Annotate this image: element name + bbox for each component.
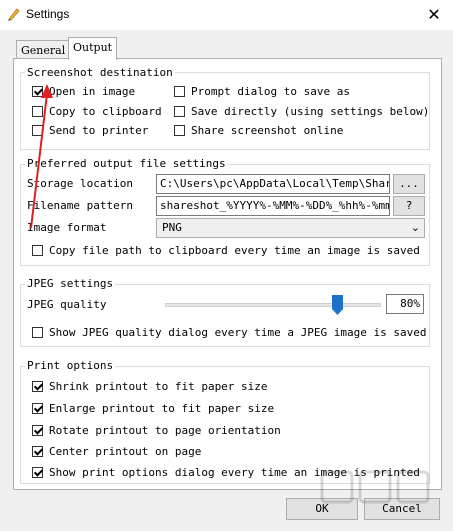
filename-pattern-input[interactable]: shareshot_%YYYY%-%MM%-%DD%_%hh%-%mm%-%	[156, 196, 390, 216]
enlarge-printout-checkbox[interactable]: Enlarge printout to fit paper size	[32, 402, 274, 415]
jpeg-quality-slider-track[interactable]	[165, 303, 381, 307]
center-printout-checkbox[interactable]: Center printout on page	[32, 445, 201, 458]
copy-file-path-checkbox[interactable]: Copy file path to clipboard every time a…	[32, 244, 420, 257]
image-format-select[interactable]: PNG ⌄	[156, 218, 425, 238]
output-file-title: Preferred output file settings	[25, 157, 228, 170]
shrink-printout-checkbox[interactable]: Shrink printout to fit paper size	[32, 380, 268, 393]
checkbox-box	[174, 86, 185, 97]
jpeg-settings-title: JPEG settings	[25, 277, 116, 290]
checkbox-box	[32, 125, 43, 136]
window-title: Settings	[26, 7, 70, 21]
screenshot-destination-title: Screenshot destination	[25, 66, 175, 79]
checkbox-box	[32, 106, 43, 117]
checkbox-box	[174, 106, 185, 117]
show-jpeg-dialog-checkbox[interactable]: Show JPEG quality dialog every time a JP…	[32, 326, 427, 339]
close-icon[interactable]: ✕	[415, 0, 453, 30]
image-format-label: Image format	[27, 221, 107, 234]
share-online-checkbox[interactable]: Share screenshot online	[174, 124, 343, 137]
title-bar: Settings ✕	[0, 0, 453, 30]
save-directly-checkbox[interactable]: Save directly (using settings below)	[174, 105, 429, 118]
print-options-title: Print options	[25, 359, 116, 372]
prompt-dialog-checkbox[interactable]: Prompt dialog to save as	[174, 85, 350, 98]
storage-location-label: Storage location	[27, 177, 133, 190]
copy-to-clipboard-checkbox[interactable]: Copy to clipboard	[32, 105, 162, 118]
checkbox-box	[32, 245, 43, 256]
jpeg-quality-slider-thumb[interactable]	[332, 295, 344, 315]
checkbox-box	[32, 327, 43, 338]
jpeg-quality-label: JPEG quality	[27, 298, 107, 311]
chevron-down-icon: ⌄	[410, 221, 420, 234]
checkbox-box	[32, 467, 43, 478]
checkbox-box	[32, 381, 43, 392]
tab-output[interactable]: Output	[68, 37, 118, 60]
checkbox-box	[174, 125, 185, 136]
checkbox-box	[32, 425, 43, 436]
checkbox-box	[32, 446, 43, 457]
open-in-image-checkbox[interactable]: Open in image	[32, 85, 135, 98]
app-brush-icon	[8, 8, 20, 21]
filename-pattern-label: Filename pattern	[27, 199, 133, 212]
pattern-help-button[interactable]: ?	[393, 196, 425, 216]
jpeg-quality-value[interactable]: 80%	[386, 294, 424, 314]
browse-button[interactable]: ...	[393, 174, 425, 194]
send-to-printer-checkbox[interactable]: Send to printer	[32, 124, 148, 137]
storage-location-input[interactable]: C:\Users\pc\AppData\Local\Temp\ShareSh	[156, 174, 390, 194]
checkbox-box	[32, 86, 43, 97]
rotate-printout-checkbox[interactable]: Rotate printout to page orientation	[32, 424, 281, 437]
watermark-logo	[320, 470, 430, 504]
checkbox-box	[32, 403, 43, 414]
